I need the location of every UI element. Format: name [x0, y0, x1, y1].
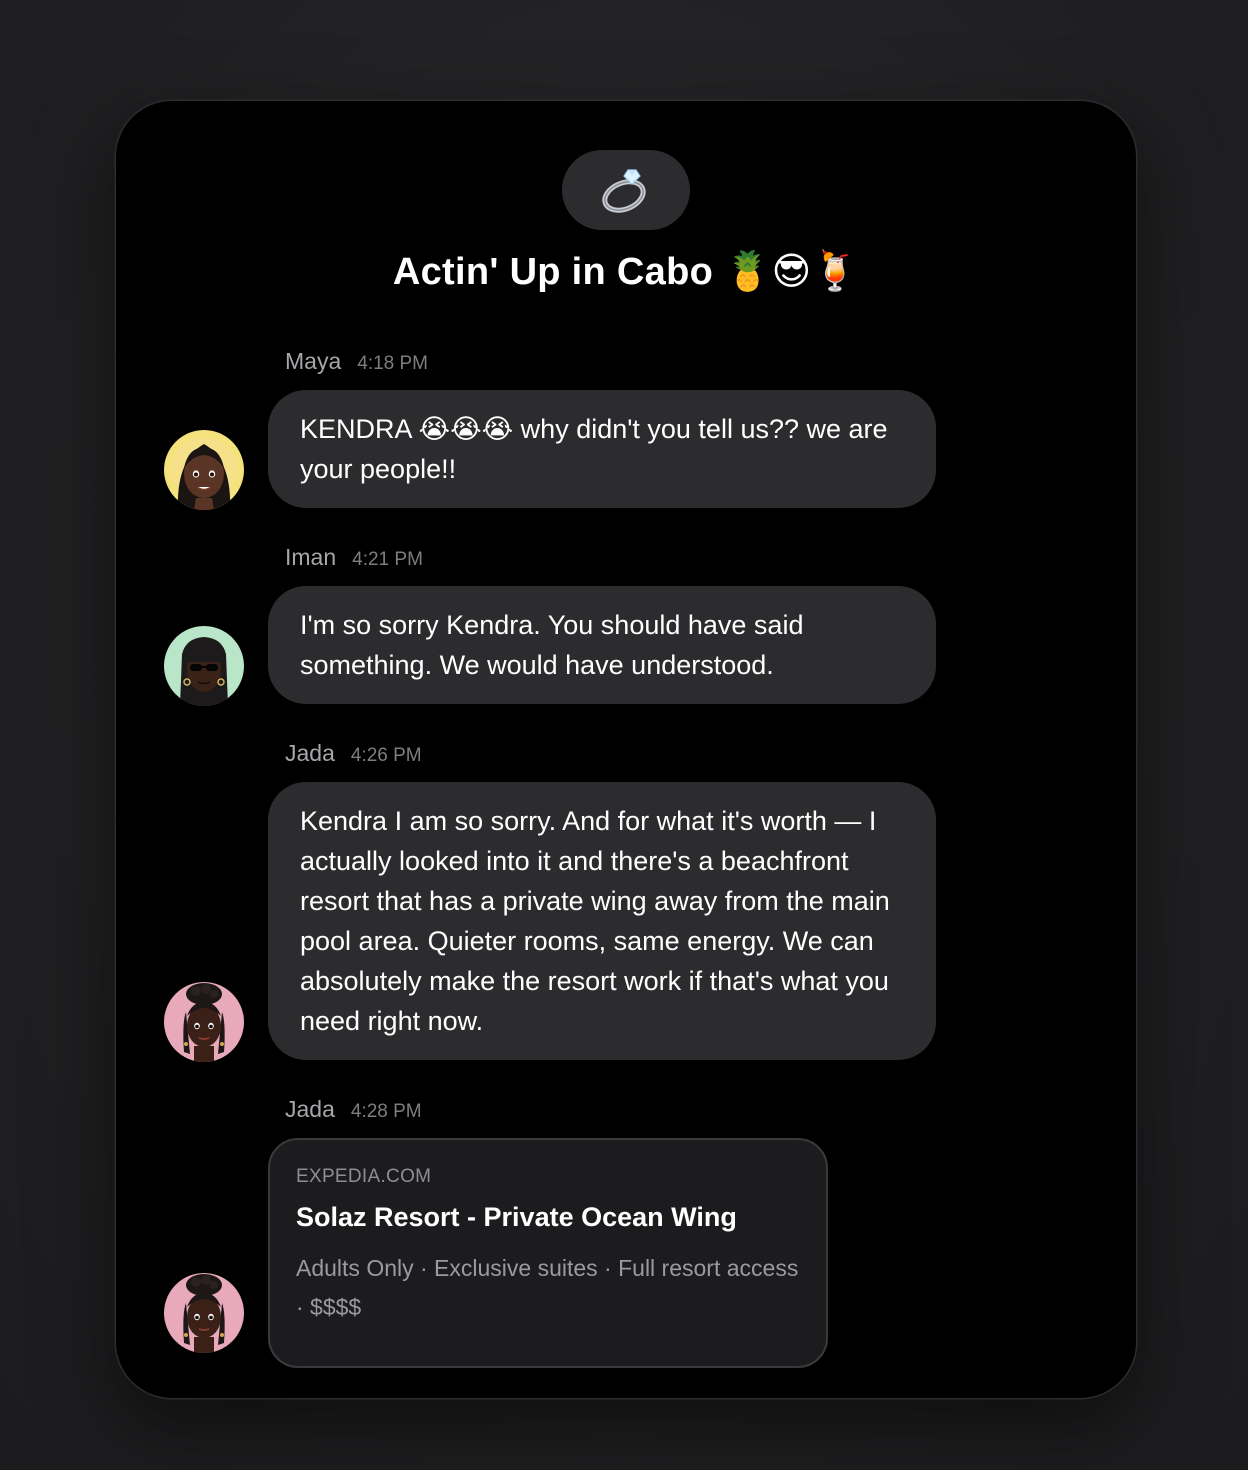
message-time: 4:26 PM — [350, 745, 422, 766]
sender-name: Maya — [285, 348, 342, 374]
message-meta: Jada 4:26 PM — [285, 740, 422, 767]
ring-icon — [602, 169, 646, 213]
message-time: 4:21 PM — [352, 549, 423, 570]
message-meta: Iman 4:21 PM — [285, 544, 423, 571]
message-meta: Jada 4:28 PM — [285, 1096, 422, 1123]
message-time: 4:28 PM — [350, 1101, 422, 1122]
message-bubble[interactable]: I'm so sorry Kendra. You should have sai… — [268, 586, 936, 704]
link-domain: EXPEDIA.COM — [296, 1166, 432, 1187]
link-preview-card[interactable]: EXPEDIA.COM Solaz Resort - Private Ocean… — [268, 1138, 828, 1368]
message-bubble[interactable]: KENDRA 😭😭😭 why didn't you tell us?? we a… — [268, 390, 936, 508]
sender-name: Iman — [285, 544, 337, 570]
message-meta: Maya 4:18 PM — [285, 348, 428, 375]
jada-avatar[interactable] — [164, 982, 244, 1062]
maya-avatar[interactable] — [164, 430, 244, 510]
link-title: Solaz Resort - Private Ocean Wing — [296, 1202, 737, 1232]
jada-avatar[interactable] — [164, 1273, 244, 1353]
iman-avatar[interactable] — [164, 626, 244, 706]
chat-window: Actin' Up in Cabo 🍍😎🍹 Maya 4:18 PM KENDR… — [116, 101, 1136, 1398]
sender-name: Jada — [285, 740, 335, 766]
sender-name: Jada — [285, 1096, 335, 1122]
group-title: Actin' Up in Cabo 🍍😎🍹 — [392, 251, 860, 293]
link-description: Adults Only · Exclusive suites · Full re… — [296, 1255, 799, 1320]
message-time: 4:18 PM — [357, 353, 429, 374]
group-icon-button[interactable] — [562, 150, 690, 230]
message-bubble[interactable]: Kendra I am so sorry. And for what it's … — [268, 782, 936, 1060]
